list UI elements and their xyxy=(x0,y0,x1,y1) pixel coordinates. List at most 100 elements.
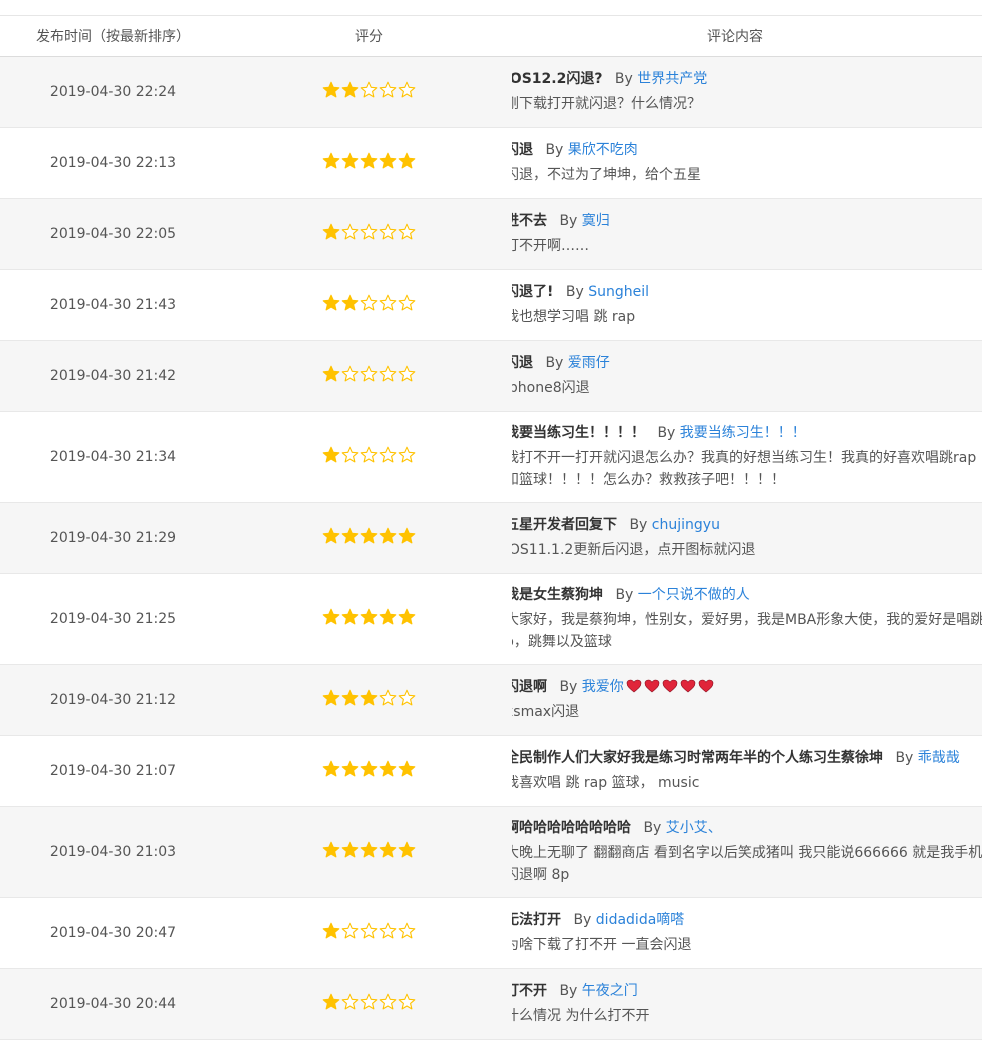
heart-emoji-icon xyxy=(662,679,678,693)
star-empty-icon xyxy=(398,81,416,98)
review-title: 闪退 xyxy=(512,355,533,371)
star-empty-icon xyxy=(379,223,397,240)
star-filled-icon xyxy=(398,152,416,169)
star-filled-icon xyxy=(322,81,340,98)
table-row: 2019-04-30 21:34 我要当练习生！！！！ By 我要当练习生！！！我… xyxy=(0,412,982,503)
author-link[interactable]: 世界共产党 xyxy=(637,71,707,87)
review-body-line: 我打不开一打开就闪退怎么办？我真的好想当练习生！我真的好喜欢唱跳rap xyxy=(512,450,977,466)
by-label: By xyxy=(565,284,584,300)
star-empty-icon xyxy=(398,993,416,1010)
author-link[interactable]: 爱雨仔 xyxy=(568,355,610,371)
author-link[interactable]: 果欣不吃肉 xyxy=(568,142,638,158)
review-content-inner: 闪退了! By Sungheil 我也想学习唱 跳 rap xyxy=(512,282,982,328)
table-row: 2019-04-30 21:42 闪退 By 爱雨仔 iphone8闪退 xyxy=(0,341,982,412)
author-link[interactable]: 一个只说不做的人 xyxy=(638,587,750,603)
star-empty-icon xyxy=(379,365,397,382)
star-empty-icon xyxy=(379,446,397,463)
review-body-line: 和篮球！！！！怎么办？救救孩子吧！！！！ xyxy=(512,472,785,488)
by-label: By xyxy=(615,587,634,603)
star-empty-icon xyxy=(360,993,378,1010)
review-body-line: 闪退啊 8p xyxy=(512,867,570,883)
star-filled-icon xyxy=(360,527,378,544)
rating-cell xyxy=(226,365,512,387)
review-title: 进不去 xyxy=(512,213,547,229)
review-date: 2019-04-30 21:03 xyxy=(49,844,177,860)
star-filled-icon xyxy=(341,152,359,169)
review-date: 2019-04-30 21:29 xyxy=(49,530,177,546)
author-link[interactable]: 艾小艾、 xyxy=(666,820,722,836)
star-filled-icon xyxy=(379,608,397,625)
review-date: 2019-04-30 22:05 xyxy=(49,226,177,242)
star-rating xyxy=(322,922,416,940)
col-date-header[interactable]: 发布时间（按最新排序） xyxy=(0,26,226,46)
star-empty-icon xyxy=(360,446,378,463)
star-filled-icon xyxy=(322,294,340,311)
star-filled-icon xyxy=(341,841,359,858)
star-filled-icon xyxy=(379,760,397,777)
star-filled-icon xyxy=(379,841,397,858)
reviews-table: 发布时间（按最新排序） 评分 评论内容 2019-04-30 22:24 iOS1… xyxy=(0,15,982,1040)
rating-cell xyxy=(226,81,512,103)
star-filled-icon xyxy=(360,689,378,706)
author-link[interactable]: Sungheil xyxy=(588,284,649,300)
author-link[interactable]: 午夜之门 xyxy=(582,983,638,999)
star-filled-icon xyxy=(379,152,397,169)
author-link[interactable]: 我爱你 xyxy=(582,679,624,695)
table-row: 2019-04-30 21:43 闪退了! By Sungheil 我也想学习唱 跳… xyxy=(0,270,982,341)
author-link[interactable]: didadida嘀嗒 xyxy=(596,912,684,928)
author-link[interactable]: 我要当练习生！！！ xyxy=(680,425,806,441)
review-body-line: 我喜欢唱 跳 rap 篮球， music xyxy=(512,775,700,791)
rating-cell xyxy=(226,294,512,316)
review-content: 我是女生蔡狗坤 By 一个只说不做的人 大家好，我是蔡狗坤，性别女，爱好男，我是M… xyxy=(512,585,982,653)
review-title-line: 闪退了! By Sungheil xyxy=(512,282,982,302)
star-filled-icon xyxy=(341,689,359,706)
review-title: 全民制作人们大家好我是练习时常两年半的个人练习生蔡徐坤 xyxy=(512,750,883,766)
table-row: 2019-04-30 21:07 全民制作人们大家好我是练习时常两年半的个人练习生… xyxy=(0,736,982,807)
review-content-inner: 五星开发者回复下 By chujingyu iOS11.1.2更新后闪退，点开图标… xyxy=(512,515,982,561)
review-title-line: 打不开 By 午夜之门 xyxy=(512,981,982,1001)
rating-cell xyxy=(226,841,512,863)
review-content-inner: 闪退 By 爱雨仔 iphone8闪退 xyxy=(512,353,982,399)
review-title: 闪退 xyxy=(512,142,533,158)
rating-cell xyxy=(226,608,512,630)
review-date: 2019-04-30 21:34 xyxy=(49,449,177,465)
author-link[interactable]: 乖哉哉 xyxy=(918,750,960,766)
review-content: iOS12.2闪退? By 世界共产党 刚下载打开就闪退？什么情况？ xyxy=(512,69,982,115)
review-content-inner: 我是女生蔡狗坤 By 一个只说不做的人 大家好，我是蔡狗坤，性别女，爱好男，我是M… xyxy=(512,585,982,653)
star-filled-icon xyxy=(322,365,340,382)
review-content: 进不去 By 寞归打不开啊…… xyxy=(512,211,982,257)
review-content: 全民制作人们大家好我是练习时常两年半的个人练习生蔡徐坤 By 乖哉哉 我喜欢唱 跳… xyxy=(512,748,982,794)
star-filled-icon xyxy=(379,527,397,544)
by-label: By xyxy=(559,679,578,695)
review-title: 五星开发者回复下 xyxy=(512,517,617,533)
star-empty-icon xyxy=(341,993,359,1010)
by-label: By xyxy=(643,820,662,836)
author-link[interactable]: 寞归 xyxy=(582,213,610,229)
review-title-line: 我是女生蔡狗坤 By 一个只说不做的人 xyxy=(512,585,982,605)
review-content-inner: 全民制作人们大家好我是练习时常两年半的个人练习生蔡徐坤 By 乖哉哉 我喜欢唱 跳… xyxy=(512,748,982,794)
review-title: iOS12.2闪退? xyxy=(512,71,603,87)
table-row: 2019-04-30 21:03 啊哈哈哈哈哈哈哈哈 By 艾小艾、 大晚上无聊了 … xyxy=(0,807,982,898)
star-empty-icon xyxy=(360,294,378,311)
star-empty-icon xyxy=(398,689,416,706)
review-content: 打不开 By 午夜之门什么情况 为什么打不开 xyxy=(512,981,982,1027)
author-link[interactable]: chujingyu xyxy=(652,517,720,533)
by-label: By xyxy=(559,213,578,229)
star-filled-icon xyxy=(322,223,340,240)
review-content-inner: 闪退 By 果欣不吃肉闪退，不过为了坤坤，给个五星 xyxy=(512,140,982,186)
star-filled-icon xyxy=(341,527,359,544)
star-filled-icon xyxy=(398,760,416,777)
review-date: 2019-04-30 21:12 xyxy=(49,692,177,708)
star-rating xyxy=(322,294,416,312)
star-rating xyxy=(322,223,416,241)
review-title: 闪退啊 xyxy=(512,679,547,695)
review-body-line: 打不开啊…… xyxy=(512,238,589,254)
review-content-inner: 打不开 By 午夜之门什么情况 为什么打不开 xyxy=(512,981,982,1027)
by-label: By xyxy=(629,517,648,533)
star-rating xyxy=(322,446,416,464)
rating-cell xyxy=(226,993,512,1015)
star-empty-icon xyxy=(379,294,397,311)
review-content: 闪退了! By Sungheil 我也想学习唱 跳 rap xyxy=(512,282,982,328)
review-body-line: 闪退，不过为了坤坤，给个五星 xyxy=(512,167,701,183)
review-date: 2019-04-30 21:07 xyxy=(49,763,177,779)
